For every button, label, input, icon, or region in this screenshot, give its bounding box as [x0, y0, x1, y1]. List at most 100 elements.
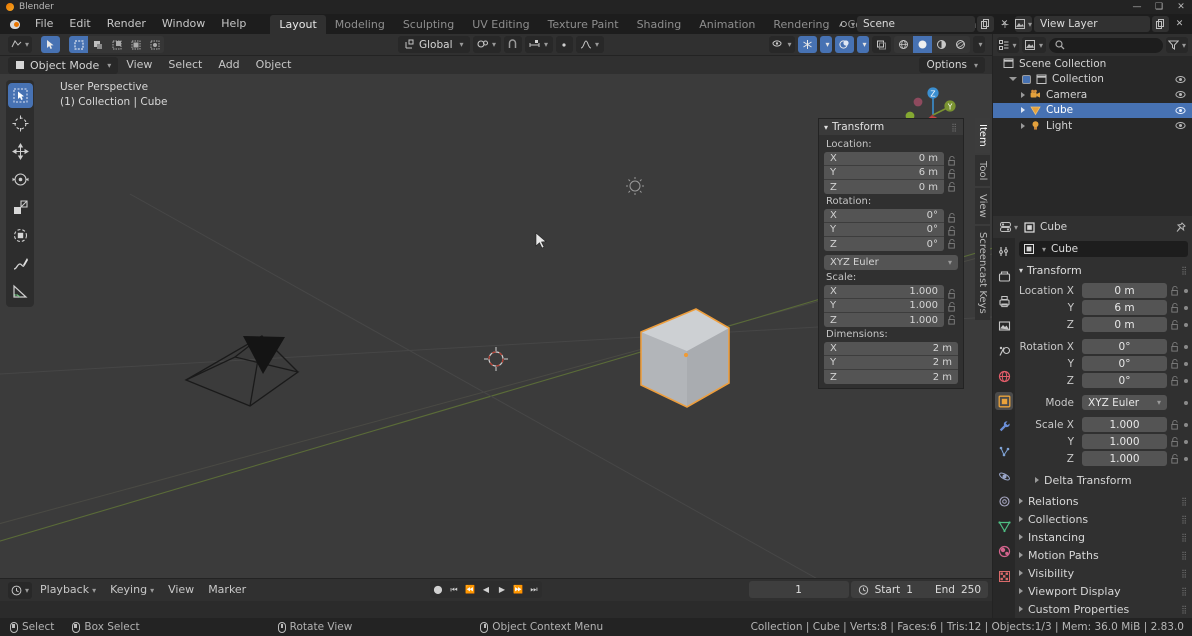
lock-icon[interactable]	[947, 212, 958, 223]
move-tool[interactable]	[8, 139, 33, 164]
outliner-row-camera[interactable]: Camera	[993, 87, 1192, 103]
shading-dropdown-icon[interactable]: ▾	[973, 36, 985, 53]
prop-scale-x[interactable]: Scale X 1.000	[1019, 417, 1188, 432]
viewport-menu-view[interactable]: View	[118, 56, 160, 74]
lock-icon[interactable]	[1170, 453, 1181, 464]
select-mode-group[interactable]	[69, 36, 164, 53]
select-extend-icon[interactable]	[88, 36, 107, 53]
collection-checkbox[interactable]	[1022, 74, 1031, 84]
tab-rendering[interactable]: Rendering	[764, 15, 838, 34]
lock-icon[interactable]	[1170, 358, 1181, 369]
magnet-icon[interactable]	[503, 36, 522, 53]
n-panel-item-tab[interactable]: ▾ Transform ⣿ Location: X 0 m Y 6 m Z 0 …	[818, 118, 964, 389]
lock-icon[interactable]	[1170, 341, 1181, 352]
constraints-tab[interactable]	[995, 492, 1013, 510]
dimensions-fields[interactable]: X 2 m Y 2 m Z 2 m	[824, 342, 958, 384]
lock-icon[interactable]	[947, 181, 958, 192]
lock-icon[interactable]	[1170, 375, 1181, 386]
animate-dot-icon[interactable]	[1184, 305, 1188, 310]
scene-name-field[interactable]: Scene	[857, 16, 975, 32]
tab-uv-editing[interactable]: UV Editing	[463, 15, 538, 34]
material-tab[interactable]	[995, 542, 1013, 560]
lock-icon[interactable]	[1170, 419, 1181, 430]
chevron-right-icon[interactable]	[1021, 107, 1025, 114]
n-tab-tool[interactable]: Tool	[975, 154, 990, 187]
prop-location-y[interactable]: Y 6 m	[1019, 300, 1188, 315]
jump-end-icon[interactable]: ⏭	[526, 581, 542, 598]
prop-rotation-z[interactable]: Z 0°	[1019, 373, 1188, 388]
eye-icon[interactable]	[1175, 74, 1186, 85]
properties-body[interactable]: ▾ Cube ▾ Transform ⣿ Location X 0 m Y 6 …	[1015, 238, 1192, 618]
physics-tab[interactable]	[995, 467, 1013, 485]
record-icon[interactable]: ⬤	[430, 581, 446, 598]
annotate-tool[interactable]	[8, 251, 33, 276]
n-tab-item[interactable]: Item	[975, 118, 990, 153]
rotation-mode-dropdown[interactable]: XYZ Euler ▾	[824, 255, 958, 270]
panel-delta-transform[interactable]: Delta Transform	[1019, 471, 1188, 489]
jump-start-icon[interactable]: ⏮	[446, 581, 462, 598]
prop-rotation-mode[interactable]: Mode XYZ Euler ▾	[1019, 395, 1188, 410]
lock-icon[interactable]	[947, 314, 958, 325]
tweak-select-box-tool[interactable]	[7, 83, 33, 108]
play-reverse-icon[interactable]: ◀	[478, 581, 494, 598]
prop-rotation-x[interactable]: Rotation X 0°	[1019, 339, 1188, 354]
viewport-3d[interactable]: ▾ Global ▾ ▾ ▾ ▾ ▾ ▾ ▾ ▾ Object Mode ▾ V…	[0, 34, 992, 578]
timeline-track-area[interactable]	[0, 601, 992, 618]
outliner-display-mode-icon[interactable]: ▾	[1022, 37, 1046, 53]
properties-editor-type-icon[interactable]: ▾	[999, 219, 1019, 235]
proportional-falloff-icon[interactable]: ▾	[575, 36, 604, 53]
lock-icon[interactable]	[947, 301, 958, 312]
timeline-editor-type-icon[interactable]: ▾	[8, 581, 32, 599]
lock-icon[interactable]	[947, 225, 958, 236]
view-layer-browse-icon[interactable]: ▾	[1015, 16, 1032, 32]
prev-keyframe-icon[interactable]: ⏪	[462, 581, 478, 598]
viewport-menu-add[interactable]: Add	[210, 56, 247, 74]
current-frame-field[interactable]: 1	[748, 581, 849, 598]
viewport-canvas[interactable]: User Perspective (1) Collection | Cube Z…	[0, 74, 992, 578]
animate-dot-icon[interactable]	[1184, 439, 1188, 444]
menu-edit[interactable]: Edit	[61, 14, 98, 34]
timeline-editor[interactable]: ▾ Playback ▾ Keying ▾ View Marker ⬤ ⏮ ⏪ ◀ …	[0, 578, 992, 618]
select-subtract-icon[interactable]	[107, 36, 126, 53]
remove-view-layer-button[interactable]: ✕	[1171, 16, 1188, 32]
close-button[interactable]: ✕	[1170, 0, 1192, 14]
n-panel-transform-header[interactable]: ▾ Transform ⣿	[819, 119, 963, 135]
frame-range-fields[interactable]: Start 1 End 250	[850, 581, 988, 598]
animate-dot-icon[interactable]	[1184, 361, 1188, 366]
scale-z-field[interactable]: Z 1.000	[824, 313, 944, 327]
scale-tool[interactable]	[8, 195, 33, 220]
dimensions-y-field[interactable]: Y 2 m	[824, 356, 958, 370]
viewport-menu-object[interactable]: Object	[248, 56, 300, 74]
animate-dot-icon[interactable]	[1184, 344, 1188, 349]
panel-instancing[interactable]: Instancing ⣿	[1019, 528, 1188, 546]
snap-target-icon[interactable]: ▾	[524, 36, 553, 53]
transform-orientation-dropdown[interactable]: Global ▾	[398, 36, 470, 53]
timeline-menu-view[interactable]: View	[162, 579, 200, 601]
prop-scale-z[interactable]: Z 1.000	[1019, 451, 1188, 466]
lock-icon[interactable]	[947, 155, 958, 166]
animate-dot-icon[interactable]	[1184, 288, 1188, 293]
show-overlays-icon[interactable]	[835, 36, 854, 53]
tab-animation[interactable]: Animation	[690, 15, 764, 34]
output-tab[interactable]	[995, 292, 1013, 310]
tab-shading[interactable]: Shading	[628, 15, 691, 34]
location-locks[interactable]	[947, 155, 958, 192]
panel-viewport-display[interactable]: Viewport Display ⣿	[1019, 582, 1188, 600]
location-x-field[interactable]: X 0 m	[824, 152, 944, 166]
play-icon[interactable]: ▶	[494, 581, 510, 598]
shading-mode-group[interactable]	[894, 36, 970, 53]
n-tab-view[interactable]: View	[975, 188, 990, 224]
rendered-shading-icon[interactable]	[951, 36, 970, 53]
panel-collections[interactable]: Collections ⣿	[1019, 510, 1188, 528]
render-tab[interactable]	[995, 267, 1013, 285]
unlink-scene-button[interactable]: ✕	[996, 16, 1013, 32]
pivot-point-icon[interactable]: ▾	[472, 36, 501, 53]
timeline-menu-keying[interactable]: Keying ▾	[104, 579, 160, 602]
chevron-right-icon[interactable]	[1021, 122, 1025, 129]
lock-icon[interactable]	[1170, 319, 1181, 330]
overlays-dropdown-icon[interactable]: ▾	[857, 36, 869, 53]
object-data-tab[interactable]	[995, 517, 1013, 535]
proportional-edit-toggle-icon[interactable]	[555, 36, 573, 53]
chevron-right-icon[interactable]	[1021, 91, 1025, 98]
chevron-down-icon[interactable]	[1009, 77, 1017, 82]
